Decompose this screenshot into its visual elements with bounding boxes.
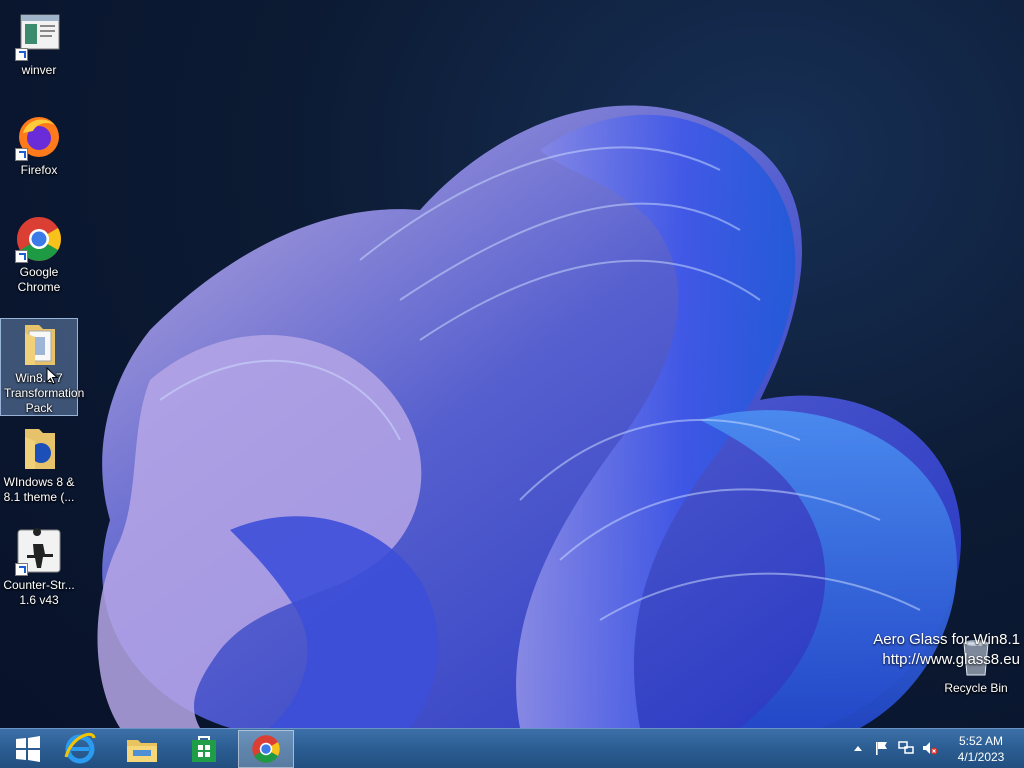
desktop-icon-label: Firefox [20,163,58,177]
folder-icon [15,425,63,473]
desktop-icon-label: winver [21,63,57,77]
desktop-icon-label: Counter-Str... 1.6 v43 [3,578,75,607]
desktop-icon-label: WIndows 8 & 8.1 theme (... [3,475,75,504]
desktop-icon-firefox[interactable]: Firefox [0,110,78,179]
internet-explorer-icon [64,732,96,764]
folder-icon [15,321,63,369]
desktop-icon-winver[interactable]: winver [0,10,78,79]
winver-app-icon [15,13,63,61]
taskbar-clock[interactable]: 5:52 AM 4/1/2023 [946,733,1016,765]
desktop-icon-label: Recycle Bin [944,681,1008,695]
taskbar-chrome[interactable] [238,730,294,768]
mouse-cursor-icon [46,367,58,385]
desktop-icon-transformation-pack[interactable]: Win8.1 7 Transformation Pack [0,318,85,416]
network-icon[interactable] [898,740,914,756]
chrome-icon [252,735,280,763]
action-center-flag-icon[interactable] [874,740,890,756]
watermark-line-1: Aero Glass for Win8.1 [873,631,1020,648]
aero-glass-watermark: Aero Glass for Win8.1 http://www.glass8.… [873,630,1020,670]
volume-muted-icon[interactable] [922,740,938,756]
firefox-icon [15,113,63,161]
store-icon [192,736,216,762]
counter-strike-icon [15,528,63,576]
clock-date: 4/1/2023 [957,750,1005,764]
start-button[interactable] [0,730,56,768]
taskbar: 5:52 AM 4/1/2023 [0,728,1024,768]
taskbar-internet-explorer[interactable] [52,730,108,768]
desktop-wallpaper [97,105,961,728]
desktop-icon-label: Google Chrome [17,265,61,294]
desktop-icon-google-chrome[interactable]: Google Chrome [0,212,78,296]
desktop-icon-counter-strike[interactable]: Counter-Str... 1.6 v43 [0,525,78,609]
windows-logo-icon [16,736,40,762]
file-explorer-icon [127,740,157,762]
taskbar-file-explorer[interactable] [114,730,170,768]
watermark-line-2: http://www.glass8.eu [882,651,1020,668]
show-hidden-icons-chevron[interactable] [850,740,866,756]
chrome-icon [15,215,63,263]
desktop-icon-label: Win8.1 7 Transformation Pack [4,371,85,415]
desktop-icon-windows-8-theme[interactable]: WIndows 8 & 8.1 theme (... [0,422,78,506]
clock-time: 5:52 AM [958,734,1004,748]
taskbar-store[interactable] [176,730,232,768]
